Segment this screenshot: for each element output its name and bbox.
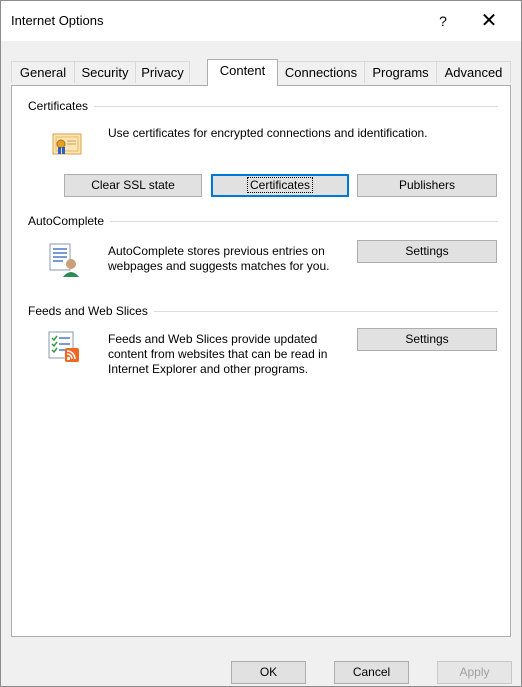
autocomplete-icon <box>48 243 80 282</box>
close-button[interactable]: ✕ <box>469 7 509 35</box>
autocomplete-settings-label: Settings <box>405 244 449 258</box>
apply-button-label: Apply <box>459 665 490 679</box>
cancel-button[interactable]: Cancel <box>334 661 409 684</box>
window-title: Internet Options <box>11 13 104 28</box>
feeds-icon <box>48 331 80 366</box>
cancel-button-label: Cancel <box>352 665 391 679</box>
ok-button[interactable]: OK <box>231 661 306 684</box>
ok-button-label: OK <box>259 665 278 679</box>
content-tab-panel: Certificates Use certificates for encryp… <box>11 85 511 637</box>
apply-button[interactable]: Apply <box>437 661 512 684</box>
autocomplete-heading: AutoComplete <box>28 214 111 228</box>
help-button[interactable]: ? <box>426 7 460 35</box>
certificates-description: Use certificates for encrypted connectio… <box>108 126 428 140</box>
publishers-button[interactable]: Publishers <box>357 174 497 197</box>
publishers-button-label: Publishers <box>398 178 456 192</box>
feeds-heading: Feeds and Web Slices <box>28 304 154 318</box>
autocomplete-description: AutoComplete stores previous entries on … <box>108 244 330 273</box>
certificates-button[interactable]: Certificates <box>211 174 349 197</box>
tab-security[interactable]: Security <box>74 61 136 83</box>
tab-advanced[interactable]: Advanced <box>436 61 511 83</box>
internet-options-window: Internet Options ? ✕ General Security Pr… <box>0 0 522 687</box>
tab-privacy[interactable]: Privacy <box>135 61 190 83</box>
feeds-settings-label: Settings <box>405 332 449 346</box>
certificates-heading: Certificates <box>28 99 95 113</box>
certificates-group-line <box>28 106 498 107</box>
feeds-settings-button[interactable]: Settings <box>357 328 497 351</box>
title-bar: Internet Options ? ✕ <box>1 1 521 41</box>
tab-general[interactable]: General <box>11 61 75 83</box>
clear-ssl-state-button[interactable]: Clear SSL state <box>64 174 202 197</box>
certificates-button-label: Certificates <box>246 177 314 193</box>
feeds-description: Feeds and Web Slices provide updated con… <box>108 332 328 376</box>
autocomplete-settings-button[interactable]: Settings <box>357 240 497 263</box>
tab-connections[interactable]: Connections <box>277 61 365 83</box>
tab-programs[interactable]: Programs <box>364 61 437 83</box>
tab-content[interactable]: Content <box>207 59 278 86</box>
clear-ssl-state-label: Clear SSL state <box>91 178 175 192</box>
certificate-icon <box>52 132 82 159</box>
